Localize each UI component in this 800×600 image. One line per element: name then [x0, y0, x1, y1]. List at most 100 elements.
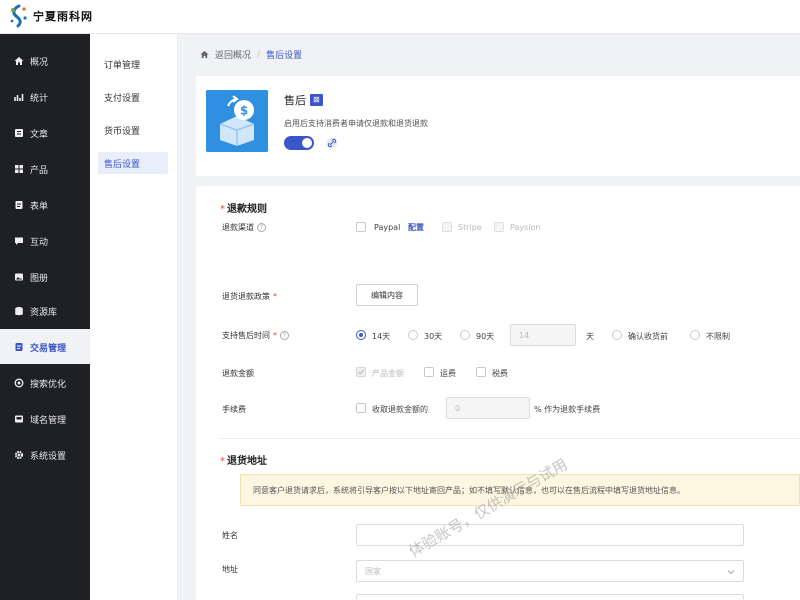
- chat-icon: [14, 236, 24, 246]
- period-90-radio[interactable]: [460, 330, 470, 340]
- subnav-item-currency[interactable]: 货币设置: [98, 119, 168, 141]
- link-icon[interactable]: [326, 137, 338, 149]
- sidebar-item-seo[interactable]: 搜索优化: [0, 368, 90, 398]
- stripe-checkbox[interactable]: [442, 222, 452, 232]
- fee-charge-label: 收取退款金额的: [372, 405, 428, 414]
- paysion-checkbox[interactable]: [494, 222, 504, 232]
- return-address-title-text: 退货地址: [227, 456, 267, 467]
- return-address-notice: 同意客户退货请求后，系统将引导客户按以下地址寄回产品；如不填写默认信息，也可以在…: [240, 474, 800, 506]
- brand-name: 宁夏雨科网: [33, 10, 93, 23]
- home-icon: [200, 50, 209, 59]
- main-content: 返回概况 / 售后设置 $ 售后 ⊠ 启用后支持消费者申请仅退款和退货退款 * …: [178, 34, 800, 600]
- sidebar-item-forms[interactable]: 表单: [0, 190, 90, 220]
- refund-rules-title: * 退款规则: [220, 204, 267, 215]
- sidebar-item-articles[interactable]: 文章: [0, 118, 90, 148]
- sidebar-item-transactions[interactable]: 交易管理: [0, 332, 90, 362]
- paypal-config-link[interactable]: 配置: [408, 222, 424, 233]
- aftersales-period-row: 支持售后时间 * ?: [222, 330, 289, 341]
- sidebar-item-label: 交易管理: [30, 343, 67, 354]
- sidebar-item-label: 产品: [30, 165, 49, 176]
- refund-channel-label: 退款渠道: [222, 223, 254, 232]
- fee-row: 手续费: [222, 404, 246, 415]
- amount-tax-checkbox[interactable]: [476, 367, 486, 377]
- secondary-nav: 订单管理 支付设置 货币设置 售后设置: [90, 34, 178, 600]
- amount-shipping-checkbox[interactable]: [424, 367, 434, 377]
- subnav-item-payment[interactable]: 支付设置: [98, 86, 168, 108]
- sidebar-item-label: 表单: [30, 201, 49, 212]
- refund-policy-row: 退货退款政策 *: [222, 291, 277, 302]
- address-label: 地址: [222, 565, 238, 574]
- sidebar-item-label: 图册: [30, 273, 49, 284]
- transaction-icon: [14, 342, 24, 352]
- breadcrumb-separator: /: [257, 49, 261, 60]
- form-icon: [14, 200, 24, 210]
- sidebar-item-interaction[interactable]: 互动: [0, 226, 90, 256]
- sidebar-item-domains[interactable]: 域名管理: [0, 404, 90, 434]
- toggle-knob: [302, 138, 312, 148]
- amount-product-checkbox[interactable]: [356, 367, 366, 377]
- country-select[interactable]: 国家: [356, 560, 744, 582]
- sidebar-item-label: 文章: [30, 129, 49, 140]
- period-custom-days-input[interactable]: 14: [510, 324, 576, 346]
- sidebar-item-label: 统计: [30, 93, 49, 104]
- period-14-label: 14天: [372, 332, 391, 341]
- help-icon[interactable]: ?: [257, 223, 266, 232]
- chart-icon: [14, 92, 24, 102]
- subnav-item-aftersales[interactable]: 售后设置: [98, 152, 168, 174]
- required-mark: *: [273, 292, 277, 301]
- sidebar-item-label: 互动: [30, 237, 49, 248]
- fee-charge-checkbox[interactable]: [356, 403, 366, 413]
- sidebar-item-label: 搜索优化: [30, 379, 67, 390]
- address-line-input[interactable]: [356, 594, 744, 600]
- paypal-checkbox[interactable]: [356, 222, 366, 232]
- period-90-label: 90天: [476, 332, 495, 341]
- name-row: 姓名: [222, 530, 238, 541]
- period-before-confirm-radio[interactable]: [612, 330, 622, 340]
- required-mark: *: [273, 331, 277, 340]
- subnav-item-orders[interactable]: 订单管理: [98, 53, 168, 75]
- return-address-title: * 退货地址: [220, 456, 267, 467]
- database-icon: [14, 306, 24, 316]
- paypal-label: Paypal: [374, 223, 401, 232]
- period-custom-days-value: 14: [519, 330, 530, 340]
- aftersales-enable-toggle[interactable]: [284, 136, 314, 150]
- sidebar-item-resources[interactable]: 资源库: [0, 296, 90, 326]
- grid-icon: [14, 164, 24, 174]
- sidebar-item-overview[interactable]: 概况: [0, 46, 90, 76]
- period-day-unit: 天: [586, 332, 594, 341]
- seo-icon: [14, 378, 24, 388]
- country-select-placeholder: 国家: [365, 566, 381, 576]
- sidebar-item-gallery[interactable]: 图册: [0, 262, 90, 292]
- name-input[interactable]: [356, 524, 744, 546]
- period-30-radio[interactable]: [408, 330, 418, 340]
- brand-logo[interactable]: 宁夏雨科网: [8, 4, 93, 28]
- amount-tax-label: 税费: [492, 369, 508, 378]
- edit-policy-button[interactable]: 编辑内容: [356, 284, 418, 306]
- period-30-label: 30天: [424, 332, 443, 341]
- article-icon: [14, 128, 24, 138]
- fee-percent-input[interactable]: 0: [446, 397, 530, 419]
- app-description: 启用后支持消费者申请仅退款和退货退款: [284, 119, 428, 128]
- address-row: 地址: [222, 564, 238, 575]
- refund-amount-row: 退款金额: [222, 368, 254, 379]
- app-title-row: 售后 ⊠: [284, 92, 323, 108]
- amount-product-label: 产品金额: [372, 369, 404, 378]
- period-before-confirm-label: 确认收货前: [628, 332, 668, 341]
- refund-rules-title-text: 退款规则: [227, 204, 267, 215]
- check-icon: [358, 369, 364, 375]
- period-14-radio[interactable]: [356, 330, 366, 340]
- refund-amount-label: 退款金额: [222, 369, 254, 378]
- paysion-label: Paysion: [510, 223, 541, 232]
- refund-channel-row: 退款渠道 ?: [222, 222, 266, 233]
- breadcrumb-current: 售后设置: [266, 51, 303, 61]
- amount-shipping-label: 运费: [440, 369, 456, 378]
- sidebar-item-label: 域名管理: [30, 415, 67, 426]
- breadcrumb: 返回概况 / 售后设置: [200, 48, 302, 61]
- sidebar-item-stats[interactable]: 统计: [0, 82, 90, 112]
- period-unlimited-radio[interactable]: [690, 330, 700, 340]
- fee-label: 手续费: [222, 405, 246, 414]
- breadcrumb-back-link[interactable]: 返回概况: [215, 48, 251, 61]
- sidebar-item-products[interactable]: 产品: [0, 154, 90, 184]
- help-icon[interactable]: ?: [280, 331, 289, 340]
- sidebar-item-settings[interactable]: 系统设置: [0, 440, 90, 470]
